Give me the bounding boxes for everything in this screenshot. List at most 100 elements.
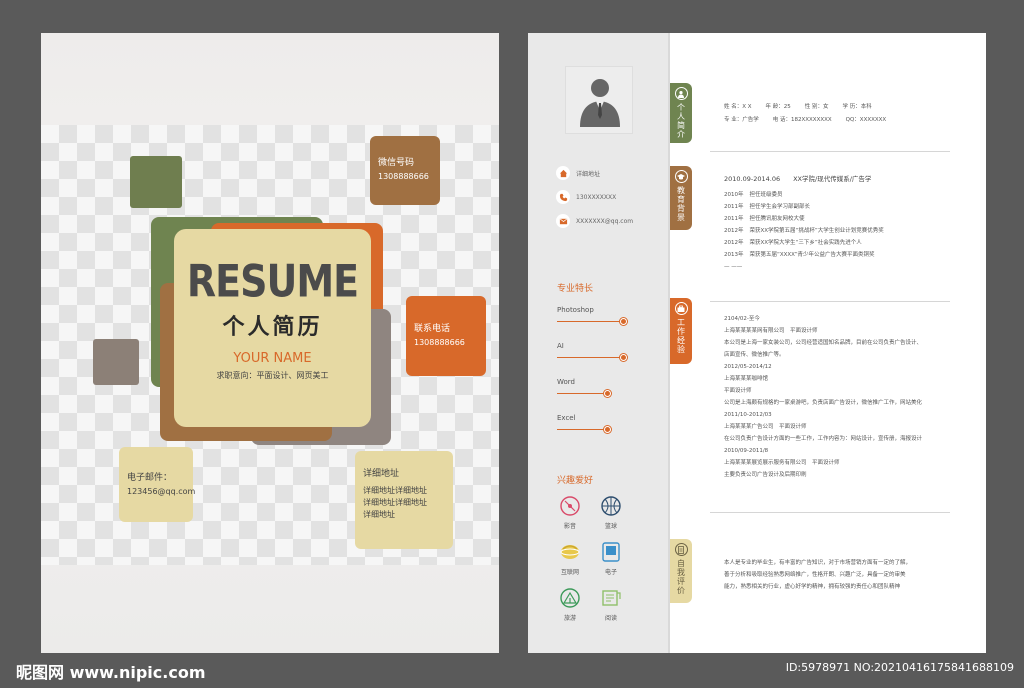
- hobby-film: 影音: [555, 495, 585, 530]
- skills-heading: 专业特长: [557, 284, 594, 294]
- person-icon: [580, 79, 620, 127]
- work-line: 主要负责公司广告设计及后期印刷: [724, 472, 807, 478]
- work-line: 2011/10-2012/03: [724, 412, 772, 418]
- phone-icon: [556, 190, 570, 204]
- list-item: 2012年 荣获XX学院第五届“挑战杯”大学生创业计划竞赛优秀奖: [724, 225, 964, 237]
- item-year: 2010年: [724, 192, 744, 198]
- skill-word: Word: [557, 378, 629, 397]
- work-line: 本公司是上海一家女装公司，公司经营适国知名品牌，目前在公司负责广告设计、: [724, 340, 923, 346]
- skill-name: Photoshop: [557, 306, 594, 314]
- work-line: 2104/02-至今: [724, 316, 760, 322]
- profile-field: 姓 名：X X: [724, 104, 752, 110]
- item-text: 荣获XX学院大学生“三下乡”社会实践先进个人: [749, 240, 862, 246]
- cover-page: RESUME 个人简历 YOUR NAME 求职意向：平面设计、网页美工 微信号…: [41, 33, 499, 653]
- electronics-icon: [602, 542, 620, 562]
- list-item: 2011年 担任学生会学习部副部长: [724, 201, 964, 213]
- skill-level-dot: [604, 426, 611, 433]
- skill-excel: Excel: [557, 414, 629, 433]
- address-label: 详细地址: [363, 469, 400, 479]
- profile-field: 专 业：广告学: [724, 117, 759, 123]
- reading-icon: [602, 590, 621, 606]
- cover-intent: 求职意向：平面设计、网页美工: [216, 371, 329, 380]
- graduation-cap-icon: [674, 170, 688, 183]
- address-line: 详细地址: [363, 510, 395, 519]
- wechat-value: 1308888666: [378, 172, 429, 181]
- email-label: 电子邮件：: [127, 473, 173, 483]
- skill-bar: [557, 429, 607, 430]
- contact-text: 130XXXXXXX: [576, 193, 617, 201]
- work-line: 上海某某某广告公司 平面设计师: [724, 424, 807, 430]
- profile-info: 姓 名：X X 年 龄：25 性 别：女 学 历：本科 专 业：广告学 电 话：…: [724, 101, 964, 127]
- work-line: 平面设计师: [724, 388, 752, 394]
- evaluation-section: 本人是专业的毕业生，有丰富的广告知识，对于市场营销方面有一定的了解， 善于分析和…: [724, 557, 974, 593]
- phone-card: 联系电话 1308888666: [406, 296, 486, 376]
- work-line: 2012/05-2014/12: [724, 364, 772, 370]
- tab-evaluation: 自我评价: [670, 539, 692, 603]
- internet-icon: [560, 545, 580, 559]
- section-divider: [710, 301, 950, 302]
- film-disc-icon: [560, 496, 580, 516]
- travel-tent-icon: [560, 588, 580, 608]
- item-text: 担任班级委员: [749, 192, 783, 198]
- item-year: 2012年: [724, 240, 744, 246]
- hobby-label: 影音: [563, 523, 576, 530]
- email-value: 123456@qq.com: [127, 487, 196, 496]
- profile-field: 年 龄：25: [765, 104, 791, 110]
- profile-field: 电 话：182XXXXXXXX: [772, 117, 832, 123]
- work-line: 在公司负责广告设计方面的一些工作，工作内容为：网站设计，宣传册，海报设计: [724, 436, 923, 442]
- evaluation-line: 本人是专业的毕业生，有丰富的广告知识，对于市场营销方面有一定的了解，: [724, 560, 912, 566]
- address-line: 详细地址详细地址: [363, 486, 427, 495]
- document-icon: [674, 543, 688, 556]
- tab-label: 自我评价: [676, 559, 686, 595]
- tab-label: 个人简介: [676, 103, 686, 139]
- profile-field: QQ：XXXXXXX: [845, 117, 887, 123]
- skill-name: Excel: [557, 414, 576, 422]
- basketball-icon: [601, 496, 621, 516]
- hobby-label: 旅游: [563, 615, 576, 622]
- education-section: 2010.09-2014.06 XX学院/现代传媒系/广告学 2010年 担任班级…: [724, 173, 964, 273]
- briefcase-icon: [674, 302, 688, 315]
- section-divider: [710, 151, 950, 152]
- item-year: 2011年: [724, 216, 744, 222]
- wechat-label: 微信号码: [378, 158, 415, 168]
- decor-square-green: [130, 156, 182, 208]
- tab-education: 教育背景: [670, 166, 692, 230]
- tab-label: 工作经验: [676, 318, 686, 354]
- hobby-travel: 旅游: [555, 587, 585, 622]
- address-line: 详细地址详细地址: [363, 498, 427, 507]
- hobby-label: 篮球: [604, 523, 617, 530]
- cover-title-cn: 个人简历: [222, 315, 323, 340]
- watermark-id: ID:5978971 NO:20210416175841688109: [785, 661, 1014, 674]
- work-line: 2010/09-2011/8: [724, 448, 769, 454]
- work-line: 店面宣传、微信推广等。: [724, 352, 785, 358]
- item-year: 2011年: [724, 204, 744, 210]
- profile-field: 性 别：女: [804, 104, 829, 110]
- hobby-electronics: 电子: [596, 541, 626, 576]
- skill-level-dot: [620, 318, 627, 325]
- evaluation-line: 能力，熟悉相关的行业，虚心好学的精神，拥有较强的责任心和团队精神: [724, 584, 901, 590]
- work-line: 上海某某某咖啡馆: [724, 376, 769, 382]
- user-icon: [674, 87, 688, 100]
- item-text: 荣获第五届“XXXX”青少年公益广告大赛平面类铜奖: [749, 252, 875, 258]
- skill-level-dot: [604, 390, 611, 397]
- education-head: 2010.09-2014.06 XX学院/现代传媒系/广告学: [724, 175, 872, 183]
- work-section: 2104/02-至今 上海某某某某网有限公司 平面设计师 本公司是上海一家女装公…: [724, 313, 974, 481]
- contact-email: XXXXXXX@qq.com: [556, 214, 633, 228]
- work-line: 上海某某某某网有限公司 平面设计师: [724, 328, 818, 334]
- email-card: 电子邮件： 123456@qq.com: [119, 447, 196, 522]
- home-icon: [556, 166, 570, 180]
- watermark-logo: 昵图网 www.nipic.com: [16, 663, 206, 682]
- skill-name: Word: [557, 378, 575, 386]
- list-item: 2011年 担任腾讯朋友网校大使: [724, 213, 964, 225]
- skill-bar: [557, 321, 623, 322]
- section-divider: [710, 512, 950, 513]
- cover-name: YOUR NAME: [233, 351, 312, 366]
- work-line: 上海某某某展览展示服务有限公司 平面设计师: [724, 460, 840, 466]
- tab-label: 教育背景: [676, 186, 686, 222]
- phone-value: 1308888666: [414, 338, 465, 347]
- details-page: 详细地址 130XXXXXXX XXXXXXX@qq.com 专业特长 Phot…: [528, 33, 986, 653]
- profile-field: 学 历：本科: [842, 104, 872, 110]
- cover-title: RESUME: [186, 255, 359, 307]
- item-text: 担任腾讯朋友网校大使: [749, 216, 805, 222]
- address-card: 详细地址 详细地址详细地址 详细地址详细地址 详细地址: [355, 451, 453, 549]
